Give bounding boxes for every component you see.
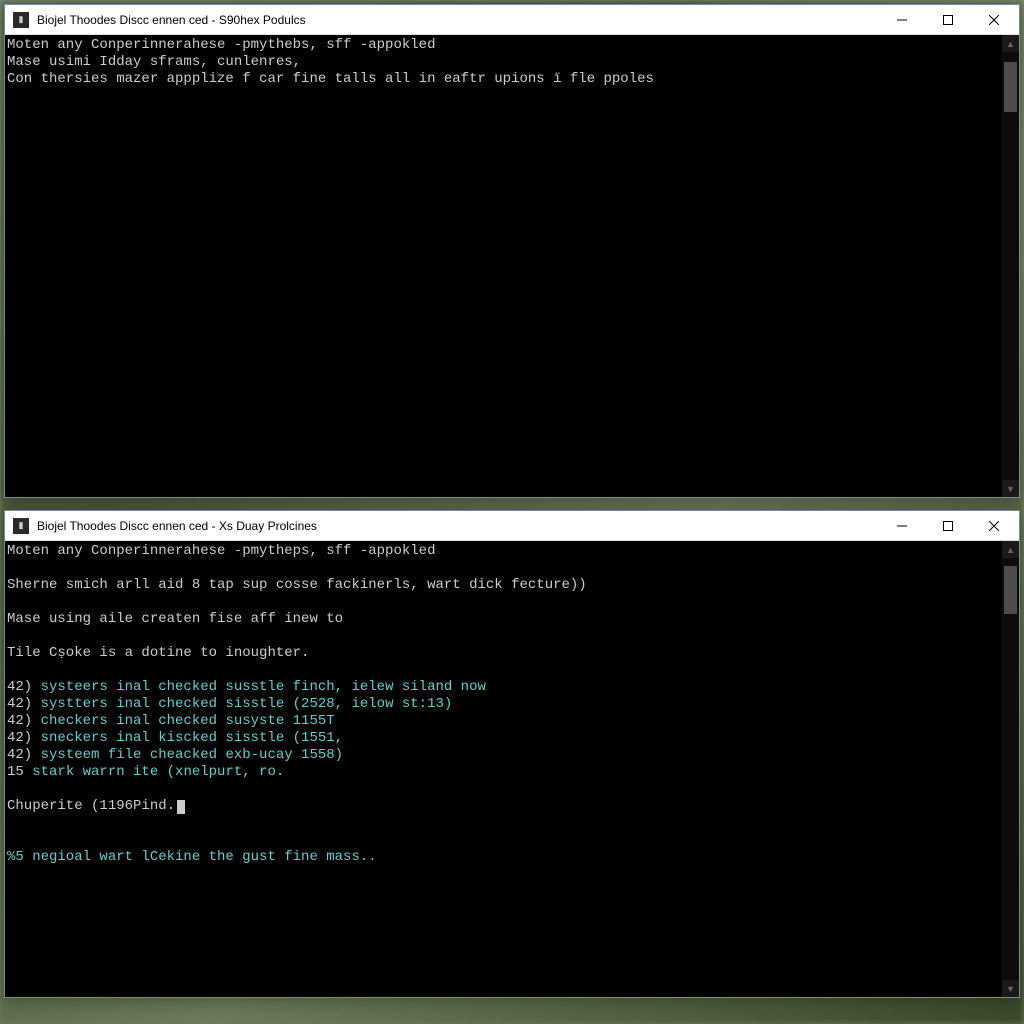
scroll-up-button[interactable]: ▲ [1002,541,1019,558]
maximize-icon [943,15,953,25]
maximize-icon [943,521,953,531]
scroll-thumb-1[interactable] [1004,62,1017,112]
scrollbar-1[interactable]: ▲ ▼ [1002,35,1019,497]
window-title-1: Biojel Thoodes Discc ennen ced - S90hex … [37,13,879,27]
console-line: Chuperite (1196Pind. [7,798,1000,815]
console-line: 42) checkers inal checked susyste 1155T [7,713,1000,730]
close-icon [989,521,999,531]
minimize-icon [897,15,907,25]
maximize-button[interactable] [925,6,971,34]
maximize-button[interactable] [925,512,971,540]
app-icon: ▮ [13,518,29,534]
console-line: Moten any Conperinnerahese -pmythebs, sf… [7,37,1000,54]
console-content-2[interactable]: Moten any Conperinnerahese -pmytheps, sf… [5,541,1002,997]
terminal-window-1: ▮ Biojel Thoodes Discc ennen ced - S90he… [4,4,1020,498]
console-line: Con thersies mazer appplize f car fine t… [7,71,1000,88]
console-line [7,832,1000,849]
close-icon [989,15,999,25]
console-area-1: Moten any Conperinnerahese -pmythebs, sf… [5,35,1019,497]
window-title-2: Biojel Thoodes Discc ennen ced - Xs Duay… [37,519,879,533]
scroll-track-2[interactable] [1002,558,1019,980]
scroll-down-button[interactable]: ▼ [1002,480,1019,497]
app-icon: ▮ [13,12,29,28]
console-line [7,594,1000,611]
console-content-1[interactable]: Moten any Conperinnerahese -pmythebs, sf… [5,35,1002,497]
scroll-down-button[interactable]: ▼ [1002,980,1019,997]
console-line: 42) systeers inal checked susstle finch,… [7,679,1000,696]
terminal-window-2: ▮ Biojel Thoodes Discc ennen ced - Xs Du… [4,510,1020,998]
console-area-2: Moten any Conperinnerahese -pmytheps, sf… [5,541,1019,997]
console-line [7,662,1000,679]
console-line: Tile Cṣoke is a dotine to inoughter. [7,645,1000,662]
window-controls-2 [879,512,1017,540]
console-line [7,815,1000,832]
console-line: 42) systters inal checked sisstle (2528,… [7,696,1000,713]
scroll-up-button[interactable]: ▲ [1002,35,1019,52]
titlebar-1[interactable]: ▮ Biojel Thoodes Discc ennen ced - S90he… [5,5,1019,35]
console-line: 42) systeem file cheacked exb-ucay 1558) [7,747,1000,764]
console-line: Mase usimi Idday sframs, cunlenres, [7,54,1000,71]
console-line [7,560,1000,577]
console-line: Mase using aile createn fise aff inew to [7,611,1000,628]
console-line [7,781,1000,798]
window-controls-1 [879,6,1017,34]
console-line: 15 stark warrn ite (xnelpurt, ro. [7,764,1000,781]
console-line: Moten any Conperinnerahese -pmytheps, sf… [7,543,1000,560]
minimize-button[interactable] [879,6,925,34]
close-button[interactable] [971,6,1017,34]
console-line: 42) sneckers inal kiscked sisstle (1551, [7,730,1000,747]
minimize-button[interactable] [879,512,925,540]
scroll-track-1[interactable] [1002,52,1019,480]
scrollbar-2[interactable]: ▲ ▼ [1002,541,1019,997]
cursor [177,800,185,814]
titlebar-2[interactable]: ▮ Biojel Thoodes Discc ennen ced - Xs Du… [5,511,1019,541]
console-line: Sherne smich arll aid 8 tap sup cosse fa… [7,577,1000,594]
minimize-icon [897,521,907,531]
console-line [7,628,1000,645]
console-line: %5 negioal wart lCekine the gust fine ma… [7,849,1000,866]
close-button[interactable] [971,512,1017,540]
scroll-thumb-2[interactable] [1004,566,1017,614]
